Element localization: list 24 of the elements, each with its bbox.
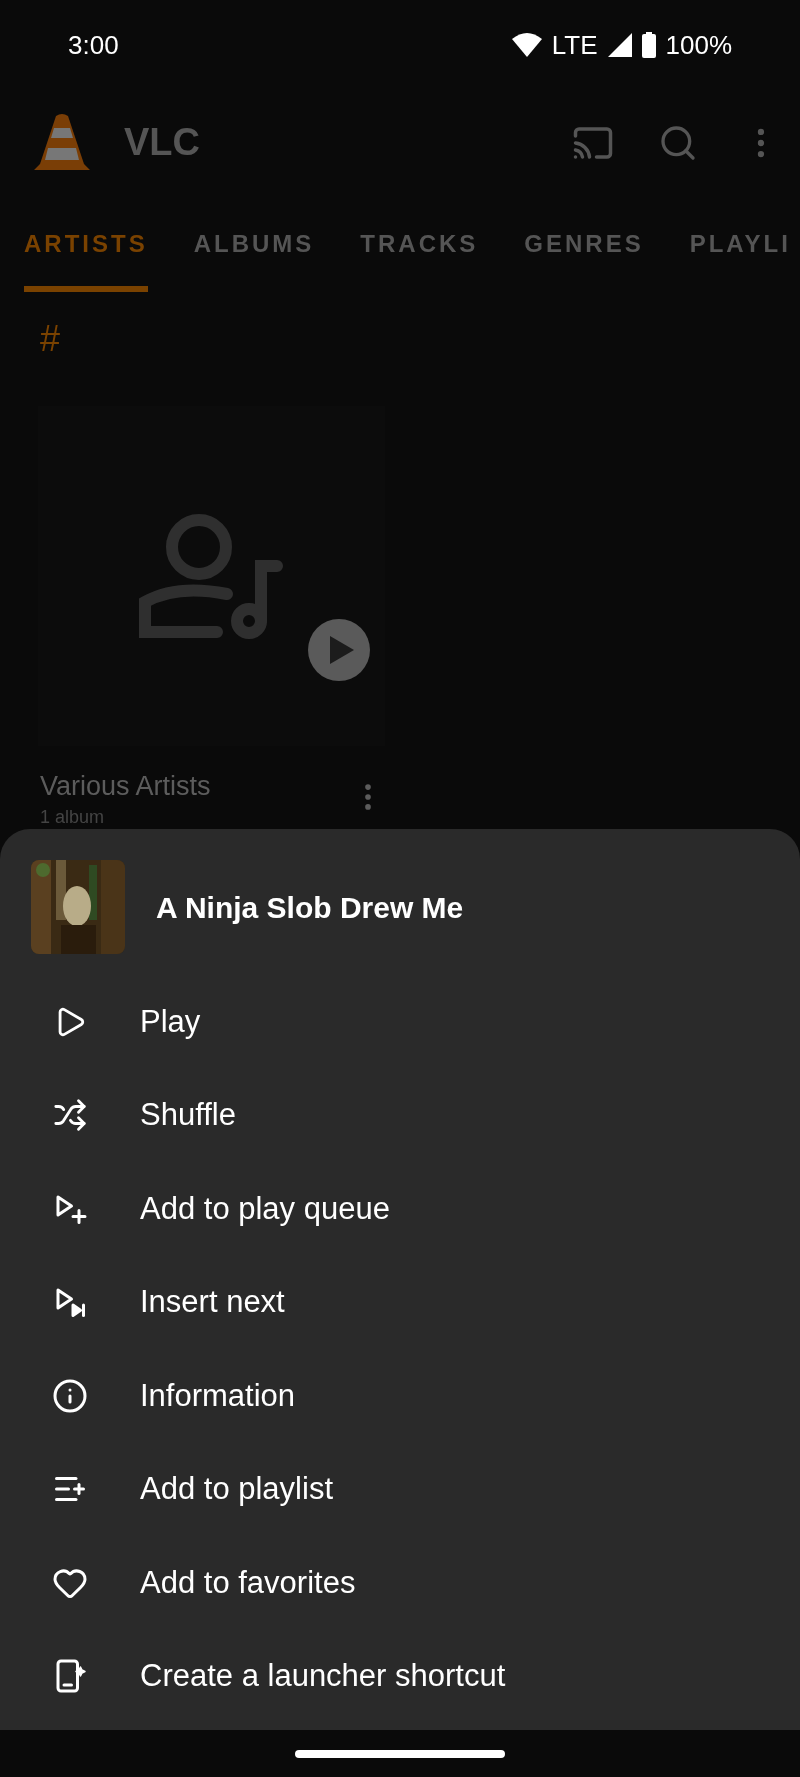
menu-item[interactable]: Shuffle [0,1068,800,1162]
menu-item[interactable]: Information [0,1349,800,1443]
status-time: 3:00 [68,28,119,62]
artist-name: Various Artists [40,770,211,803]
traffic-cone-icon [34,113,90,172]
app-title: VLC [124,120,200,165]
menu-item[interactable]: Add to play queue [0,1162,800,1256]
menu-item[interactable]: Add to favorites [0,1536,800,1630]
info-icon [52,1377,88,1414]
shuffle-icon [53,1098,87,1133]
battery-icon [641,32,656,58]
wifi-icon [511,33,542,57]
battery-level: 100% [665,28,732,62]
section-header: # [40,317,62,361]
menu-item[interactable]: Play [0,975,800,1069]
signal-icon [607,33,632,57]
network-type: LTE [551,28,598,62]
home-indicator[interactable] [295,1749,505,1758]
sheet-title: A Ninja Slob Drew Me [156,889,464,926]
album-count: 1 album [40,806,106,827]
play-button[interactable] [308,619,370,681]
menu-item[interactable]: Insert next [0,1255,800,1349]
menu-item[interactable]: Add to playlist [0,1442,800,1536]
menu-item[interactable]: Create a launcher shortcut [0,1629,800,1723]
